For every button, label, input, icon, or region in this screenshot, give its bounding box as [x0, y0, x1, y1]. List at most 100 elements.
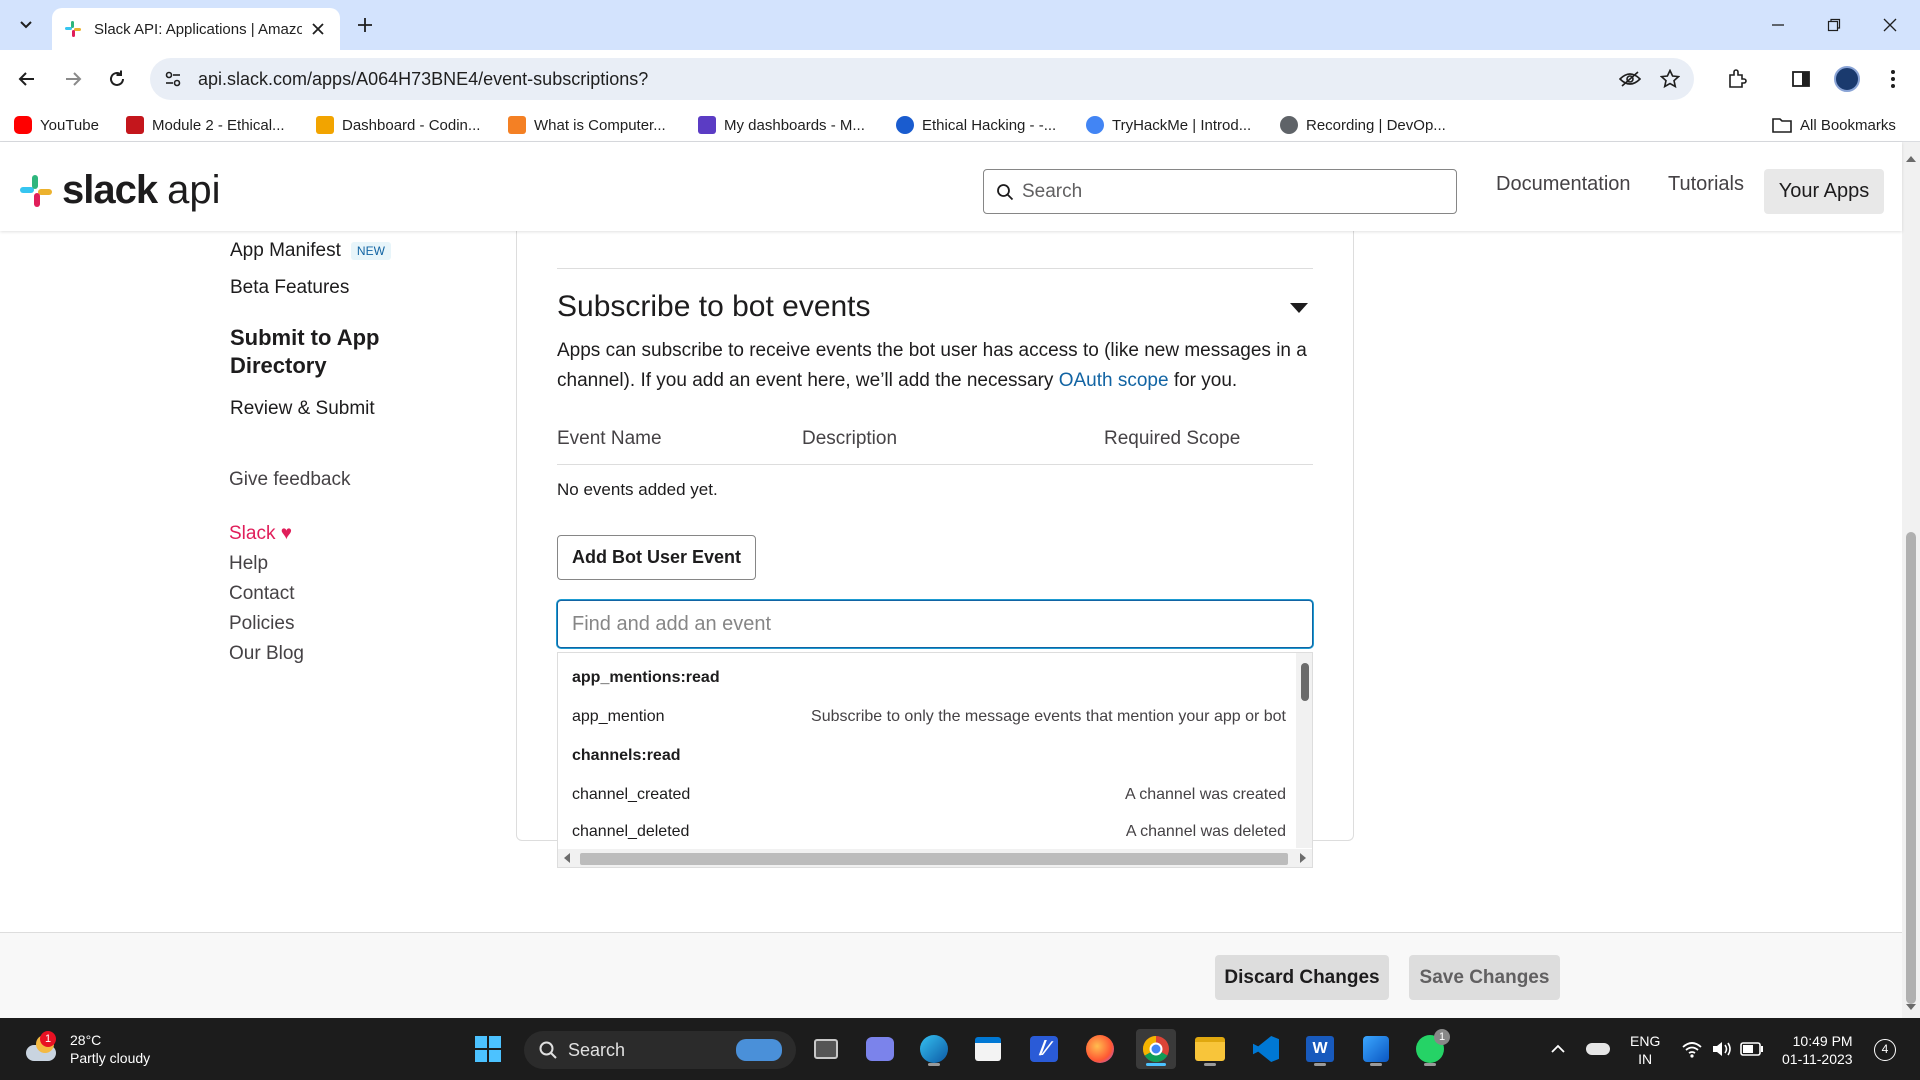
slack-api-header: slack api Search Documentation Tutorials…	[0, 142, 1902, 231]
search-highlight-icon	[736, 1039, 782, 1061]
task-view-icon[interactable]	[806, 1029, 846, 1069]
forward-button[interactable]	[56, 62, 90, 96]
microsoft-store-icon[interactable]	[968, 1029, 1008, 1069]
save-changes-bar: Discard Changes Save Changes	[0, 932, 1902, 1018]
file-explorer-icon[interactable]	[1190, 1029, 1230, 1069]
back-button[interactable]	[10, 62, 44, 96]
section-title: Subscribe to bot events	[557, 290, 871, 323]
bookmark-youtube[interactable]: YouTube	[14, 114, 99, 136]
page-scrollbar[interactable]	[1902, 142, 1920, 1018]
nav-tutorials[interactable]: Tutorials	[1668, 173, 1744, 196]
save-changes-button[interactable]: Save Changes	[1409, 955, 1560, 1000]
contact-link[interactable]: Contact	[229, 583, 294, 605]
tab-search-dropdown[interactable]	[10, 8, 42, 40]
add-bot-user-event-button[interactable]: Add Bot User Event	[557, 535, 756, 580]
logo-slack-text: slack	[62, 168, 158, 212]
weather-widget[interactable]: 1 28°C Partly cloudy	[22, 1031, 150, 1067]
sidebar-item-review-submit[interactable]: Review & Submit	[230, 398, 375, 420]
tracking-protection-icon[interactable]	[1612, 58, 1648, 100]
clock[interactable]: 10:49 PM 01-11-2023	[1782, 1032, 1853, 1068]
scroll-right-arrow-icon[interactable]	[1300, 853, 1306, 863]
nav-your-apps[interactable]: Your Apps	[1764, 169, 1884, 214]
scroll-left-arrow-icon[interactable]	[564, 853, 570, 863]
edge-icon[interactable]	[914, 1029, 954, 1069]
browser-tab-active[interactable]: Slack API: Applications | Amazon	[52, 8, 340, 50]
start-button[interactable]	[468, 1029, 508, 1069]
dropdown-vertical-scrollbar[interactable]	[1296, 653, 1312, 848]
bookmark-recording[interactable]: Recording | DevOp...	[1280, 114, 1446, 136]
bookmark-module2[interactable]: Module 2 - Ethical...	[126, 114, 285, 136]
all-bookmarks-button[interactable]: All Bookmarks	[1772, 114, 1896, 136]
table-header-divider	[557, 464, 1313, 465]
bookmark-my-dashboards[interactable]: My dashboards - M...	[698, 114, 865, 136]
tab-close-icon[interactable]	[308, 19, 328, 39]
photos-icon[interactable]	[1356, 1029, 1396, 1069]
dropdown-option-channel-deleted[interactable]: channel_deleted A channel was deleted	[572, 823, 1286, 841]
sidebar-item-app-manifest[interactable]: App Manifest NEW	[230, 240, 391, 262]
word-icon[interactable]: W	[1300, 1029, 1340, 1069]
dropdown-horizontal-scrollbar[interactable]	[558, 849, 1312, 867]
address-bar[interactable]: api.slack.com/apps/A064H73BNE4/event-sub…	[150, 58, 1694, 100]
restore-button[interactable]	[1806, 0, 1862, 50]
browser-menu-icon[interactable]	[1876, 62, 1910, 96]
dropdown-group-app-mentions-read: app_mentions:read	[572, 669, 720, 686]
notification-count-badge[interactable]: 4	[1874, 1039, 1896, 1061]
partly-cloudy-icon: 1	[22, 1031, 62, 1067]
onedrive-cloud-icon[interactable]	[1578, 1029, 1618, 1069]
profile-avatar[interactable]	[1830, 62, 1864, 96]
minimize-button[interactable]	[1750, 0, 1806, 50]
give-feedback-link[interactable]: Give feedback	[229, 469, 350, 491]
bookmark-what-is-computer[interactable]: What is Computer...	[508, 114, 666, 136]
reload-button[interactable]	[100, 62, 134, 96]
nav-documentation[interactable]: Documentation	[1496, 173, 1631, 196]
dropdown-option-channel-created[interactable]: channel_created A channel was created	[572, 786, 1286, 804]
oauth-scope-link[interactable]: OAuth scope	[1059, 370, 1169, 391]
browser-tab-strip: Slack API: Applications | Amazon	[0, 0, 1920, 50]
help-link[interactable]: Help	[229, 553, 268, 575]
slack-favicon-icon	[65, 21, 81, 37]
whatsapp-icon[interactable]: 1	[1410, 1029, 1450, 1069]
restore-icon	[1827, 18, 1841, 32]
docs-search-input[interactable]: Search	[983, 169, 1457, 214]
slack-link[interactable]: Slack ♥	[229, 523, 292, 545]
new-badge: NEW	[350, 241, 391, 260]
slack-api-logo[interactable]: slack api	[18, 168, 221, 213]
reload-icon	[110, 70, 124, 86]
dropdown-hscroll-thumb[interactable]	[580, 853, 1288, 865]
dropdown-option-app-mention[interactable]: app_mention Subscribe to only the message…	[572, 708, 1286, 726]
extensions-icon[interactable]	[1720, 62, 1754, 96]
dropdown-scroll-thumb[interactable]	[1301, 663, 1309, 701]
bookmark-ethical-hacking[interactable]: Ethical Hacking - -...	[896, 114, 1056, 136]
caret-down-icon[interactable]	[1290, 303, 1308, 313]
vscode-icon[interactable]	[1246, 1029, 1286, 1069]
bookmark-tryhackme[interactable]: TryHackMe | Introd...	[1086, 114, 1251, 136]
cube-icon	[508, 116, 526, 134]
browser-toolbar: api.slack.com/apps/A064H73BNE4/event-sub…	[0, 50, 1920, 108]
taskbar-search[interactable]: Search	[524, 1031, 796, 1069]
bookmark-dashboard[interactable]: Dashboard - Codin...	[316, 114, 480, 136]
new-tab-button[interactable]	[350, 10, 380, 40]
scroll-down-arrow-icon[interactable]	[1906, 1004, 1916, 1010]
chrome-icon[interactable]	[1136, 1029, 1176, 1069]
find-event-input[interactable]	[557, 600, 1313, 648]
app-launcher-icon[interactable]: /∕	[1024, 1029, 1064, 1069]
side-panel-icon[interactable]	[1784, 62, 1818, 96]
teams-meet-icon[interactable]	[860, 1029, 900, 1069]
scroll-up-arrow-icon[interactable]	[1906, 156, 1916, 162]
discard-changes-button[interactable]: Discard Changes	[1215, 955, 1389, 1000]
our-blog-link[interactable]: Our Blog	[229, 643, 304, 665]
battery-icon[interactable]	[1732, 1029, 1772, 1069]
close-window-button[interactable]	[1862, 0, 1918, 50]
show-hidden-icons-chevron-icon[interactable]	[1538, 1029, 1578, 1069]
page-scroll-thumb[interactable]	[1906, 532, 1916, 1004]
site-settings-icon[interactable]	[164, 70, 182, 88]
bookmark-star-icon[interactable]	[1652, 58, 1688, 100]
whatsapp-badge: 1	[1434, 1029, 1450, 1045]
policies-link[interactable]: Policies	[229, 613, 294, 635]
event-dropdown-list: app_mentions:read app_mention Subscribe t…	[557, 652, 1313, 868]
column-event-name: Event Name	[557, 428, 662, 449]
s-logo-icon	[896, 116, 914, 134]
firefox-icon[interactable]	[1080, 1029, 1120, 1069]
sidebar-item-beta-features[interactable]: Beta Features	[230, 277, 349, 299]
language-indicator[interactable]: ENG IN	[1630, 1032, 1660, 1068]
